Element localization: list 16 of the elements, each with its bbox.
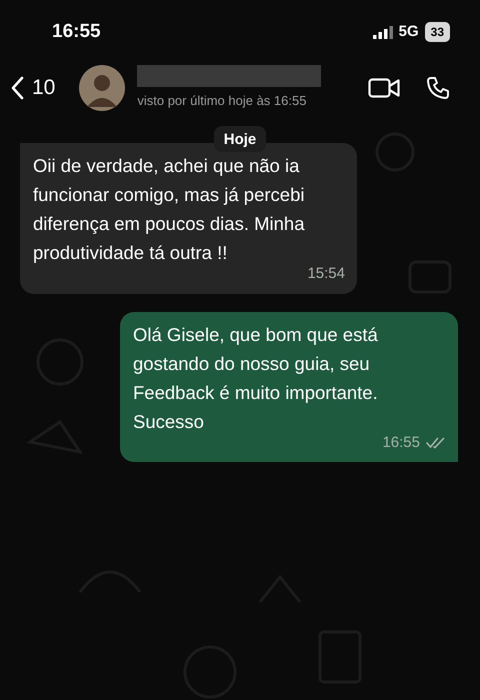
avatar[interactable]	[79, 65, 126, 111]
date-chip: Hoje	[214, 126, 266, 152]
network-label: 5G	[398, 22, 419, 42]
signal-icon	[372, 26, 393, 38]
message-text: Oii de verdade, achei que não ia funcionar comigo, mas já percebi diferença em poucos dias. Minha produtividade tá outra !!	[33, 154, 306, 265]
back-button[interactable]: 10	[10, 72, 56, 104]
status-time: 16:55	[52, 20, 101, 44]
message-time: 15:54	[307, 264, 345, 284]
message-time: 16:55	[382, 432, 420, 452]
double-check-icon	[426, 436, 446, 449]
message-text: Olá Gisele, que bom que está gostando do nosso guia, seu Feedback é muito importante. Sucesso	[133, 322, 379, 434]
video-call-icon[interactable]	[368, 78, 400, 98]
phone-call-icon[interactable]	[426, 76, 450, 100]
last-seen: visto por último hoje às 16:55	[137, 92, 308, 110]
back-chevron-icon	[10, 76, 24, 100]
battery-level: 33	[424, 22, 450, 42]
